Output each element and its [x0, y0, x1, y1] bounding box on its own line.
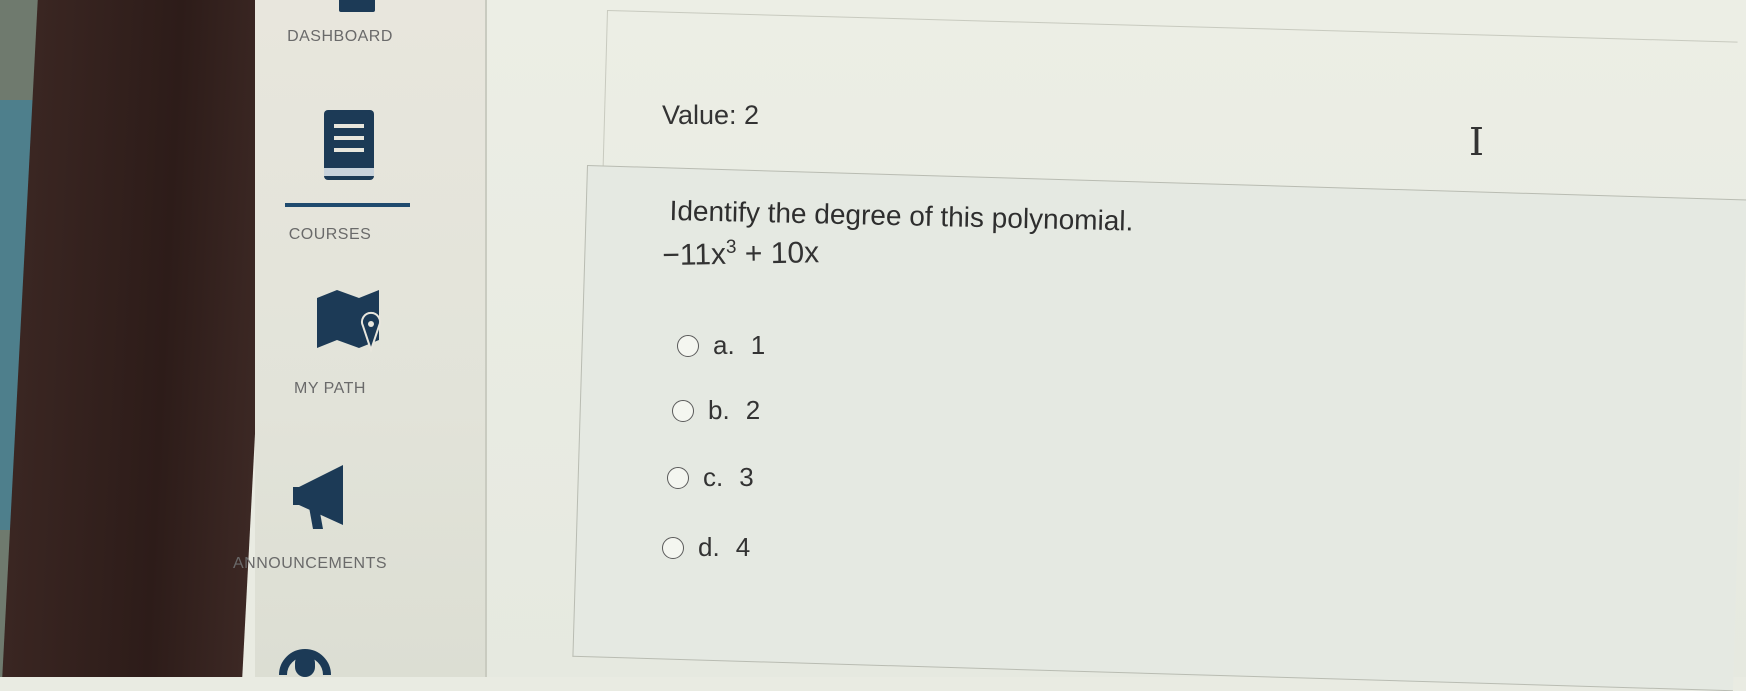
dashboard-icon	[339, 0, 375, 12]
sidebar-item-label: ANNOUNCEMENTS	[232, 555, 388, 572]
sidebar-item-label: MY PATH	[294, 380, 366, 397]
option-letter: a.	[713, 330, 735, 360]
polynomial-expression: −11x3 + 10x	[662, 235, 819, 273]
sidebar-item-courses[interactable]: COURSES	[255, 100, 485, 250]
main-content: Value: 2 I Identify the degree of this p…	[487, 0, 1746, 691]
radio-button-c[interactable]	[667, 466, 689, 489]
expression-term-1: −11x	[662, 237, 727, 272]
active-indicator	[285, 203, 410, 207]
radio-button-d[interactable]	[662, 536, 684, 559]
headset-icon	[279, 649, 331, 677]
option-value: 3	[739, 462, 754, 492]
sidebar-item-dashboard[interactable]: DASHBOARD	[255, 0, 485, 60]
answer-option-a[interactable]: a. 1	[677, 330, 765, 361]
option-letter: c.	[703, 462, 724, 492]
radio-button-a[interactable]	[677, 334, 699, 357]
option-value: 4	[735, 532, 751, 562]
option-letter: b.	[708, 395, 730, 425]
option-value: 2	[745, 395, 761, 425]
sidebar-item-my-path[interactable]: MY PATH	[255, 290, 485, 410]
sidebar-item-label: COURSES	[288, 226, 372, 243]
question-value: Value: 2	[662, 100, 760, 130]
sidebar-item-announcements[interactable]: ANNOUNCEMENTS	[233, 465, 485, 575]
book-icon	[324, 110, 374, 180]
expression-exponent: 3	[725, 236, 737, 258]
expression-term-2: + 10x	[736, 236, 820, 271]
answer-option-d[interactable]: d. 4	[662, 532, 750, 563]
monitor-bezel	[2, 0, 278, 677]
answer-option-b[interactable]: b. 2	[672, 395, 760, 426]
megaphone-icon	[293, 465, 343, 529]
sidebar: DASHBOARD COURSES MY PATH ANNOUNCEMENTS	[233, 0, 487, 677]
option-letter: d.	[698, 532, 720, 562]
option-value: 1	[750, 330, 766, 360]
sidebar-item-label: DASHBOARD	[287, 28, 393, 45]
sidebar-item-support[interactable]	[255, 630, 485, 677]
map-icon	[317, 290, 381, 354]
text-cursor-icon: I	[1469, 120, 1485, 164]
answer-option-c[interactable]: c. 3	[667, 462, 754, 493]
radio-button-b[interactable]	[672, 399, 694, 422]
